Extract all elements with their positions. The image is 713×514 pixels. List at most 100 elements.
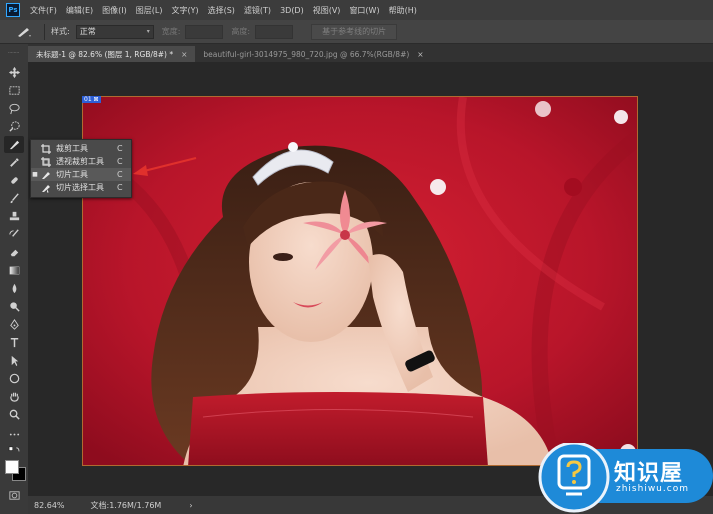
- question-mark-icon: [557, 454, 591, 496]
- menu-view[interactable]: 视图(V): [313, 5, 341, 16]
- gradient-icon: [9, 266, 19, 275]
- swap-colors-icon: [8, 446, 19, 451]
- dodge-tool[interactable]: [4, 298, 24, 315]
- foreground-color-swatch[interactable]: [5, 460, 19, 474]
- quick-mask-icon: [8, 491, 20, 500]
- style-select[interactable]: 正常 ▾: [75, 24, 154, 39]
- move-tool[interactable]: [4, 64, 24, 81]
- tools-panel: [0, 44, 28, 514]
- ellipse-shape-icon: [9, 373, 19, 384]
- tab-label: beautiful-girl-3014975_980_720.jpg @ 66.…: [203, 49, 410, 59]
- close-icon[interactable]: ×: [181, 50, 187, 59]
- height-field[interactable]: [255, 24, 294, 39]
- eraser-tool[interactable]: [4, 244, 24, 261]
- drop-icon: [12, 283, 16, 294]
- tab-untitled[interactable]: 未标题-1 @ 82.6% (图层 1, RGB/8#) * ×: [28, 46, 196, 62]
- eyedropper-icon: [9, 158, 19, 167]
- document-size: 文档:1.76M/1.76M: [90, 500, 162, 510]
- document-canvas[interactable]: [28, 62, 713, 496]
- magnifier-icon: [9, 409, 20, 420]
- eraser-icon: [10, 249, 18, 257]
- tab-beautiful-girl[interactable]: beautiful-girl-3014975_980_720.jpg @ 66.…: [195, 46, 431, 62]
- marquee-icon: [8, 86, 20, 95]
- menu-edit[interactable]: 编辑(E): [66, 5, 93, 16]
- type-icon: [10, 338, 18, 348]
- stamp-icon: [9, 211, 19, 221]
- shape-tool[interactable]: [4, 370, 24, 387]
- document-tabs: 未标题-1 @ 82.6% (图层 1, RGB/8#) * × beautif…: [28, 44, 713, 62]
- flyout-item-label: 切片选择工具: [56, 183, 104, 192]
- clone-stamp-tool[interactable]: [4, 208, 24, 225]
- flyout-slice-select-tool[interactable]: 切片选择工具 C: [31, 181, 131, 194]
- watermark-brand: 知识屋: [614, 461, 684, 486]
- pen-tool[interactable]: [4, 316, 24, 333]
- selection-bullet: ■: [32, 171, 38, 178]
- menu-select[interactable]: 选择(S): [208, 5, 235, 16]
- slice-number-badge: 01 ⊠: [82, 96, 101, 103]
- photoshop-logo: Ps: [6, 3, 20, 17]
- style-value: 正常: [79, 27, 96, 36]
- menu-filter[interactable]: 滤镜(T): [244, 5, 271, 16]
- tab-label: 未标题-1 @ 82.6% (图层 1, RGB/8#) *: [36, 49, 174, 59]
- pen-icon: [9, 319, 19, 330]
- hand-tool[interactable]: [4, 388, 24, 405]
- menu-type[interactable]: 文字(Y): [171, 5, 198, 16]
- eyedropper-tool[interactable]: [4, 154, 24, 171]
- flyout-perspective-crop-tool[interactable]: 透视裁剪工具 C: [31, 155, 131, 168]
- flyout-slice-tool[interactable]: ■ 切片工具 C: [31, 168, 131, 181]
- flyout-item-label: 切片工具: [56, 170, 88, 179]
- quick-mask-button[interactable]: [4, 487, 24, 504]
- slices-from-guides-button[interactable]: 基于参考线的切片: [311, 23, 398, 40]
- slice-select-icon: [39, 182, 53, 193]
- type-tool[interactable]: [4, 334, 24, 351]
- slice-icon: [39, 169, 53, 180]
- photo-canvas[interactable]: [82, 96, 638, 466]
- slice-icon: [18, 27, 31, 37]
- width-field[interactable]: [185, 24, 224, 39]
- zhishiwu-watermark: 知识屋 zhishiwu.com: [538, 443, 713, 514]
- menu-layer[interactable]: 图层(L): [136, 5, 163, 16]
- perspective-crop-icon: [39, 156, 53, 167]
- flyout-item-label: 透视裁剪工具: [56, 157, 104, 166]
- tool-preset-picker[interactable]: [16, 25, 38, 39]
- quick-select-tool[interactable]: [4, 118, 24, 135]
- menu-3d[interactable]: 3D(D): [280, 6, 304, 15]
- history-brush-tool[interactable]: [4, 226, 24, 243]
- lasso-tool[interactable]: [4, 100, 24, 117]
- marquee-tool[interactable]: [4, 82, 24, 99]
- menu-help[interactable]: 帮助(H): [389, 5, 417, 16]
- gradient-tool[interactable]: [4, 262, 24, 279]
- menu-bar: Ps 文件(F) 编辑(E) 图像(I) 图层(L) 文字(Y) 选择(S) 滤…: [0, 0, 713, 20]
- blur-tool[interactable]: [4, 280, 24, 297]
- close-icon[interactable]: ×: [417, 50, 423, 59]
- menu-window[interactable]: 窗口(W): [349, 5, 379, 16]
- watermark-url: zhishiwu.com: [616, 484, 689, 494]
- brush-tool[interactable]: [4, 190, 24, 207]
- width-label: 宽度:: [161, 27, 181, 36]
- annotation-arrow: [133, 157, 197, 176]
- style-label: 样式:: [51, 27, 70, 36]
- status-menu-arrow[interactable]: ›: [189, 501, 192, 510]
- dodge-icon: [9, 302, 20, 312]
- bandage-icon: [10, 177, 18, 184]
- brush-icon: [10, 193, 19, 204]
- default-colors-button[interactable]: [4, 444, 24, 456]
- zoom-tool[interactable]: [4, 406, 24, 423]
- slice-icon: [9, 140, 19, 150]
- flyout-crop-tool[interactable]: 裁剪工具 C: [31, 142, 131, 155]
- girl-with-tiara-photo: [83, 97, 637, 465]
- chevron-down-icon: ▾: [146, 28, 150, 35]
- options-bar: 样式: 正常 ▾ 宽度: 高度: 基于参考线的切片: [0, 20, 713, 44]
- edit-toolbar-button[interactable]: [4, 426, 24, 443]
- healing-brush-tool[interactable]: [4, 172, 24, 189]
- zoom-level[interactable]: 82.64%: [34, 501, 65, 510]
- menu-file[interactable]: 文件(F): [30, 5, 57, 16]
- shortcut-key: C: [117, 170, 123, 179]
- slice-tool[interactable]: [4, 136, 24, 153]
- shortcut-key: C: [117, 183, 123, 192]
- menu-image[interactable]: 图像(I): [102, 5, 127, 16]
- hand-icon: [9, 392, 19, 402]
- crop-tools-flyout: 裁剪工具 C 透视裁剪工具 C ■ 切片工具 C 切片选择工具 C: [30, 139, 132, 198]
- path-select-tool[interactable]: [4, 352, 24, 369]
- toolbar-grip[interactable]: [4, 48, 24, 56]
